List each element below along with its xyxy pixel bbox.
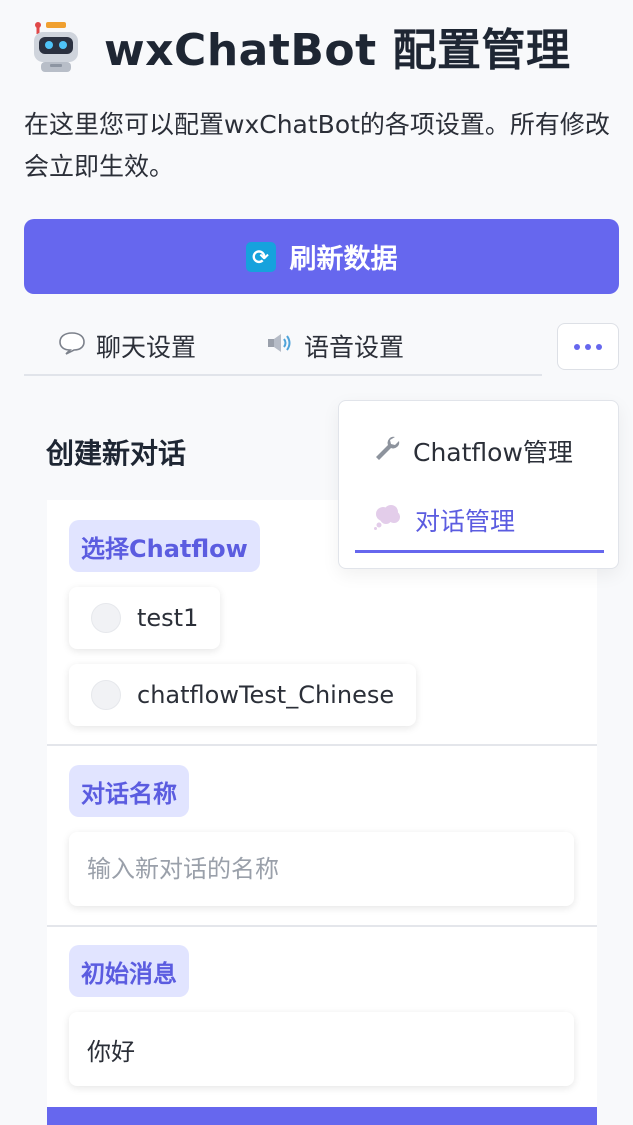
more-tabs-button[interactable] [557, 323, 619, 370]
tab-chat-settings[interactable]: 聊天设置 [58, 328, 196, 364]
page-description: 在这里您可以配置wxChatBot的各项设置。所有修改会立即生效。 [24, 110, 610, 181]
option-label: test1 [137, 604, 199, 632]
settings-tabs: 聊天设置 语音设置 [24, 318, 542, 376]
wrench-icon [373, 434, 401, 468]
page-title: wxChatBot 配置管理 [104, 25, 571, 76]
robot-icon [28, 18, 84, 74]
submit-button[interactable] [47, 1107, 597, 1125]
page-header: wxChatBot 配置管理 [28, 14, 571, 78]
chatflow-option-chatflowtest-chinese[interactable]: chatflowTest_Chinese [69, 664, 417, 726]
refresh-data-button[interactable]: ⟳ 刷新数据 [24, 219, 619, 294]
initial-message-label: 初始消息 [69, 945, 189, 997]
ellipsis-icon [574, 343, 602, 350]
thought-bubble-icon [373, 504, 403, 536]
divider [47, 925, 597, 927]
initial-message-input[interactable] [69, 1012, 574, 1086]
dropdown-item-label: 对话管理 [415, 507, 516, 536]
dropdown-item-chatflow-management[interactable]: Chatflow管理 [373, 433, 573, 469]
tab-voice-settings[interactable]: 语音设置 [266, 328, 404, 364]
dropdown-item-conversation-management[interactable]: 对话管理 [373, 502, 515, 538]
create-conversation-form: 选择Chatflow test1 chatflowTest_Chinese 对话… [47, 500, 597, 1125]
tab-label: 语音设置 [304, 333, 405, 362]
radio-circle[interactable] [91, 680, 121, 710]
refresh-button-label: 刷新数据 [289, 244, 398, 275]
chatflow-option-test1[interactable]: test1 [69, 587, 221, 649]
dropdown-item-label: Chatflow管理 [413, 438, 573, 467]
conversation-name-label: 对话名称 [69, 765, 189, 817]
radio-circle[interactable] [91, 603, 121, 633]
section-title: 创建新对话 [46, 437, 187, 470]
chatflow-label: 选择Chatflow [69, 520, 260, 572]
active-item-indicator [355, 550, 604, 553]
conversation-name-input[interactable] [69, 832, 574, 906]
refresh-icon: ⟳ [245, 241, 276, 272]
divider [47, 744, 597, 746]
speaker-icon [266, 331, 294, 361]
more-tabs-dropdown: Chatflow管理 对话管理 [338, 400, 619, 569]
tab-label: 聊天设置 [96, 333, 197, 362]
option-label: chatflowTest_Chinese [137, 681, 395, 709]
speech-bubble-icon [58, 331, 86, 361]
